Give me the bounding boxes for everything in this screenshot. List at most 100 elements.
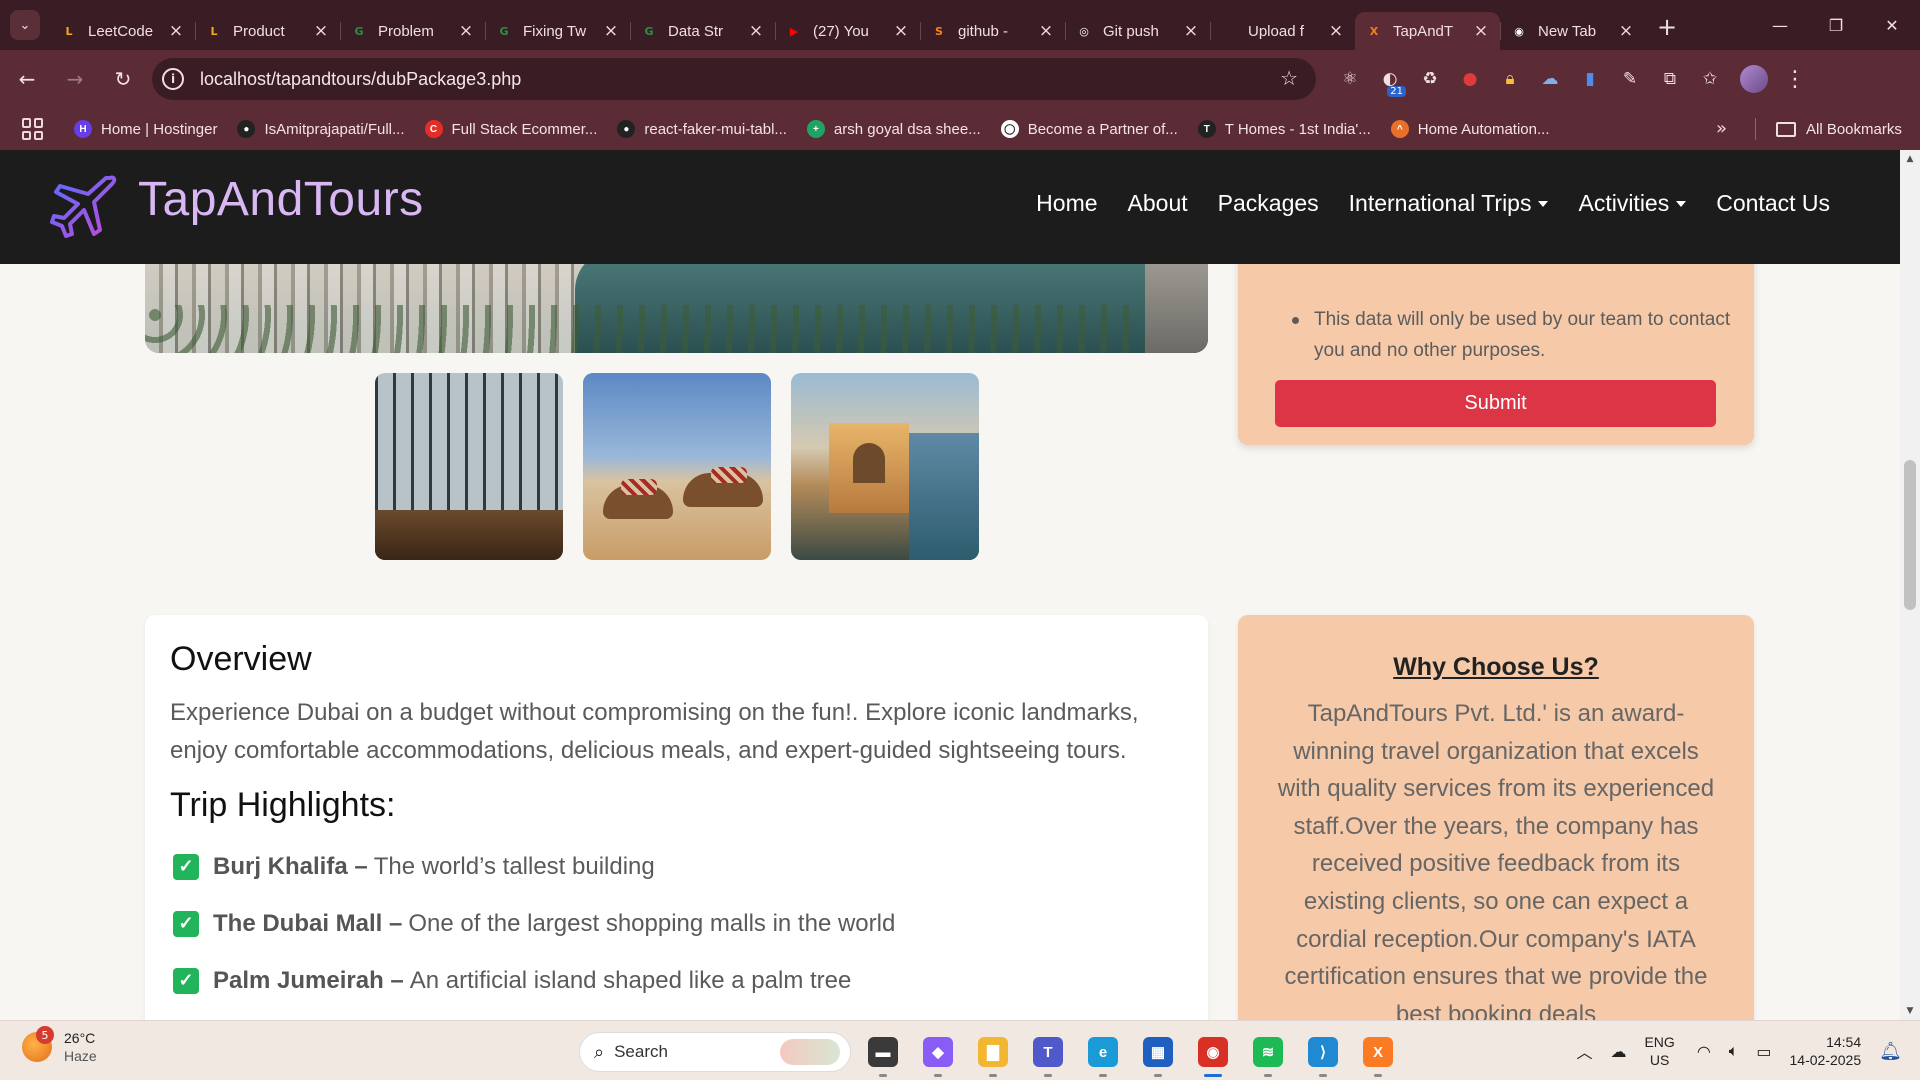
- taskbar-search[interactable]: ⌕ Search: [579, 1032, 851, 1072]
- browser-tab[interactable]: ○ Upload f ×: [1210, 12, 1355, 50]
- tab-close-icon[interactable]: ×: [1037, 21, 1055, 41]
- nav-link-about[interactable]: About: [1128, 190, 1188, 217]
- browser-tab[interactable]: X TapAndT ×: [1355, 12, 1500, 50]
- taskbar-app[interactable]: e: [1080, 1029, 1126, 1077]
- language-indicator[interactable]: ENG US: [1644, 1033, 1674, 1069]
- bookmark-item[interactable]: T T Homes - 1st India'...: [1197, 120, 1371, 138]
- tab-close-icon[interactable]: ×: [1472, 21, 1490, 41]
- url-text[interactable]: localhost/tapandtours/dubPackage3.php: [200, 69, 521, 90]
- color-picker-icon[interactable]: ✎: [1610, 59, 1650, 99]
- reload-icon[interactable]: ↻: [102, 58, 144, 100]
- browser-tab[interactable]: Sgithub - ×: [920, 12, 1065, 50]
- windows-start-icon[interactable]: [525, 1032, 565, 1072]
- tab-close-icon[interactable]: ×: [1617, 21, 1635, 41]
- bookmark-item[interactable]: ● react-faker-mui-tabl...: [617, 120, 787, 138]
- new-tab-plus-icon[interactable]: +: [1657, 13, 1677, 41]
- wifi-icon[interactable]: ◠: [1697, 1042, 1711, 1061]
- tab-close-icon[interactable]: ×: [167, 21, 185, 41]
- volume-icon[interactable]: 🔈︎: [1729, 1041, 1739, 1061]
- nav-link-packages[interactable]: Packages: [1218, 190, 1319, 217]
- browser-tab[interactable]: L Product ×: [195, 12, 340, 50]
- restore-icon[interactable]: ❐: [1808, 0, 1864, 50]
- browser-tab[interactable]: ◉ New Tab ×: [1500, 12, 1645, 50]
- tab-title: (27) You: [813, 22, 869, 40]
- docs-extension-icon[interactable]: ▮: [1570, 59, 1610, 99]
- recycle-extension-icon[interactable]: ♻: [1410, 59, 1450, 99]
- bookmark-item[interactable]: C Full Stack Ecommer...: [424, 120, 597, 138]
- browser-menu-icon[interactable]: ⋮: [1784, 67, 1806, 92]
- submit-button[interactable]: Submit: [1275, 380, 1716, 427]
- tab-close-icon[interactable]: ×: [747, 21, 765, 41]
- site-info-icon[interactable]: i: [162, 68, 184, 90]
- tab-search-chevron-icon[interactable]: ⌄: [10, 10, 40, 40]
- tab-close-icon[interactable]: ×: [892, 21, 910, 41]
- bookmark-item[interactable]: ◯ Become a Partner of...: [1000, 120, 1178, 138]
- weather-widget[interactable]: 5 26°C Haze: [22, 1026, 97, 1065]
- minimize-icon[interactable]: —: [1752, 0, 1808, 50]
- scrollbar-thumb[interactable]: [1904, 460, 1916, 610]
- tab-close-icon[interactable]: ×: [457, 21, 475, 41]
- tab-close-icon[interactable]: ×: [1327, 21, 1345, 41]
- spotify-icon: ≋: [1253, 1037, 1283, 1067]
- puzzle-extensions-icon[interactable]: ⧉: [1650, 59, 1690, 99]
- browser-tab[interactable]: G Problem ×: [340, 12, 485, 50]
- taskbar-app[interactable]: ◉: [1190, 1029, 1236, 1077]
- back-arrow-icon[interactable]: ←: [6, 58, 48, 100]
- taskbar-app[interactable]: X: [1355, 1029, 1401, 1077]
- bookmark-item[interactable]: ● IsAmitprajapati/Full...: [237, 120, 405, 138]
- react-devtools-icon[interactable]: ⚛: [1330, 59, 1370, 99]
- taskbar-app[interactable]: T: [1025, 1029, 1071, 1077]
- bookmark-star-icon[interactable]: ☆: [1280, 66, 1298, 90]
- bookmark-favicon-icon: +: [806, 120, 825, 138]
- nav-link-label: Contact Us: [1716, 190, 1830, 216]
- thumbnail-mall[interactable]: [375, 373, 563, 560]
- battery-icon[interactable]: ▭: [1756, 1042, 1771, 1061]
- nav-link-activities[interactable]: Activities: [1578, 190, 1687, 217]
- tab-close-icon[interactable]: ×: [602, 21, 620, 41]
- thumbnail-desert-camels[interactable]: [583, 373, 771, 560]
- browser-toolbar: ← → ↻ i localhost/tapandtours/dubPackage…: [0, 50, 1920, 108]
- browser-tab[interactable]: ▶ (27) You ×: [775, 12, 920, 50]
- bookmark-item[interactable]: H Home | Hostinger: [74, 120, 217, 138]
- browser-tab[interactable]: L LeetCode ×: [50, 12, 195, 50]
- taskbar-app[interactable]: ⟩: [1300, 1029, 1346, 1077]
- address-bar[interactable]: i localhost/tapandtours/dubPackage3.php …: [152, 58, 1316, 100]
- thumbnail-atlantis[interactable]: [791, 373, 979, 560]
- all-bookmarks-button[interactable]: All Bookmarks: [1776, 108, 1902, 150]
- nav-link-label: Packages: [1217, 190, 1319, 216]
- page-scrollbar[interactable]: ▲ ▼: [1900, 150, 1920, 1020]
- taskbar-app[interactable]: ≋: [1245, 1029, 1291, 1077]
- lock-extension-icon[interactable]: 🔒︎: [1490, 59, 1530, 99]
- browser-tab[interactable]: G Data Str ×: [630, 12, 775, 50]
- close-window-icon[interactable]: ✕: [1864, 0, 1920, 50]
- clock[interactable]: 14:54 14-02-2025: [1790, 1033, 1862, 1069]
- tab-close-icon[interactable]: ×: [312, 21, 330, 41]
- taskbar-app[interactable]: ▬: [860, 1029, 906, 1077]
- browser-tab[interactable]: G Fixing Tw ×: [485, 12, 630, 50]
- forward-arrow-icon[interactable]: →: [54, 58, 96, 100]
- browser-tab[interactable]: ◎ Git push ×: [1065, 12, 1210, 50]
- notification-bell-icon[interactable]: 🔔︎: [1879, 1041, 1902, 1062]
- onedrive-icon[interactable]: ☁: [1610, 1042, 1626, 1061]
- tab-close-icon[interactable]: ×: [1182, 21, 1200, 41]
- cloud-extension-icon[interactable]: ☁: [1530, 59, 1570, 99]
- bookmark-item[interactable]: ^ Home Automation...: [1390, 120, 1549, 138]
- brand-name[interactable]: TapAndTours: [138, 172, 424, 227]
- nav-link-home[interactable]: Home: [1036, 190, 1097, 217]
- taskbar-app[interactable]: ◆: [915, 1029, 961, 1077]
- extension-badge-icon[interactable]: ◐ 21: [1370, 59, 1410, 99]
- scroll-up-icon[interactable]: ▲: [1900, 154, 1920, 164]
- profile-avatar[interactable]: [1740, 65, 1768, 93]
- taskbar-app[interactable]: ▇: [970, 1029, 1016, 1077]
- reading-list-star-icon[interactable]: ✩: [1690, 59, 1730, 99]
- taskbar-app[interactable]: ▦: [1135, 1029, 1181, 1077]
- scroll-down-icon[interactable]: ▼: [1900, 1006, 1920, 1016]
- apps-grid-icon[interactable]: [22, 118, 44, 140]
- airplane-logo-icon[interactable]: [48, 170, 120, 242]
- chevron-up-icon[interactable]: ︿: [1576, 1039, 1592, 1063]
- bookmark-item[interactable]: + arsh goyal dsa shee...: [806, 120, 981, 138]
- nav-link-contact-us[interactable]: Contact Us: [1716, 190, 1830, 217]
- nav-link-international-trips[interactable]: International Trips: [1349, 190, 1549, 217]
- pokeball-extension-icon[interactable]: ●: [1450, 59, 1490, 99]
- more-bookmarks-chevron-icon[interactable]: »: [1716, 118, 1727, 139]
